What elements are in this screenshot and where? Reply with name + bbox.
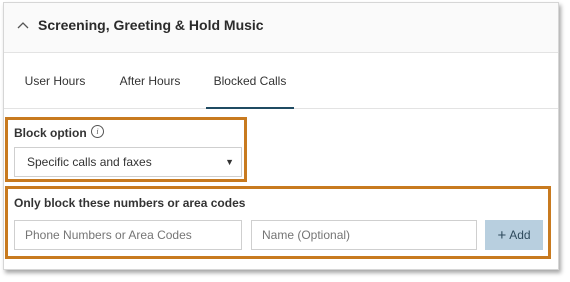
block-option-select[interactable]: Specific calls and faxes ▼ (14, 147, 242, 177)
add-button[interactable]: + Add (485, 220, 543, 250)
chevron-up-icon[interactable] (17, 20, 29, 32)
dropdown-arrow-icon: ▼ (225, 157, 234, 167)
tab-blocked-calls[interactable]: Blocked Calls (206, 53, 294, 109)
info-icon[interactable]: i (91, 125, 104, 138)
phone-number-input[interactable] (14, 220, 242, 250)
tab-after-hours[interactable]: After Hours (112, 53, 188, 109)
block-option-selected-value: Specific calls and faxes (27, 155, 152, 169)
plus-icon: + (497, 227, 507, 244)
block-option-label: Block option (14, 126, 87, 140)
tab-user-hours[interactable]: User Hours (18, 53, 92, 109)
section-title: Screening, Greeting & Hold Music (38, 17, 264, 33)
name-input[interactable] (251, 220, 477, 250)
add-button-label: Add (509, 228, 531, 242)
tab-bar: User Hours After Hours Blocked Calls (4, 53, 558, 109)
section-header[interactable]: Screening, Greeting & Hold Music (4, 3, 558, 53)
block-numbers-label: Only block these numbers or area codes (14, 196, 246, 210)
